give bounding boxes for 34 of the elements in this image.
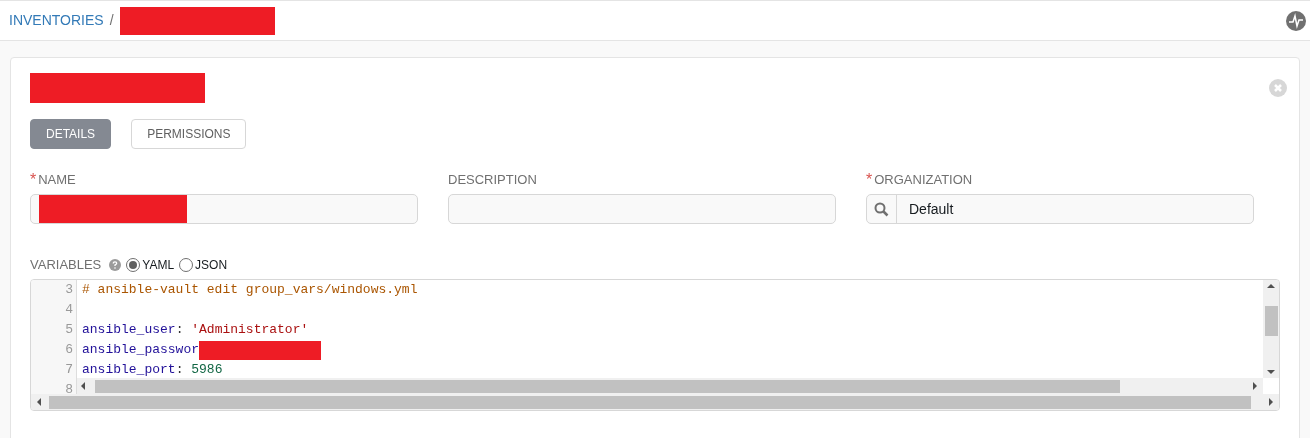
close-icon[interactable] — [1269, 79, 1287, 97]
field-label: VARIABLES — [30, 256, 102, 275]
breadcrumb-separator: / — [109, 11, 114, 30]
field-label: ORGANIZATION — [874, 171, 973, 190]
line-number: 7 — [64, 361, 74, 380]
scrollbar[interactable] — [77, 378, 1263, 394]
code-line: # ansible-vault edit group_vars/windows.yml — [82, 281, 418, 300]
line-number: 3 — [64, 281, 74, 300]
input-field[interactable] — [448, 194, 836, 224]
code-line: ansible_passwor — [82, 341, 200, 360]
radio-option[interactable]: JSON — [179, 256, 228, 274]
activity-icon[interactable] — [1286, 10, 1306, 31]
radio-option[interactable]: YAML — [126, 256, 175, 274]
field-label: NAME — [38, 171, 76, 190]
code-line: ansible_user: 'Administrator' — [82, 321, 309, 340]
scrollbar[interactable] — [31, 394, 1279, 410]
required-mark: * — [866, 172, 873, 188]
line-number: 5 — [64, 321, 74, 340]
line-number: 8 — [64, 381, 74, 394]
line-number: 6 — [64, 341, 74, 360]
input-field[interactable]: Default — [866, 194, 1254, 224]
required-mark: * — [30, 172, 37, 188]
tab[interactable]: PERMISSIONS — [131, 119, 247, 149]
search-icon[interactable] — [874, 201, 889, 217]
line-number: 4 — [64, 301, 74, 320]
field-value: Default — [909, 199, 954, 219]
scrollbar[interactable] — [1263, 280, 1279, 378]
tab[interactable]: DETAILS — [30, 119, 112, 149]
help-icon[interactable] — [109, 259, 122, 271]
field-label: DESCRIPTION — [448, 171, 537, 190]
breadcrumb-link[interactable]: INVENTORIES — [9, 10, 104, 31]
code-editor[interactable]: 3 4 5 6 7 8 # ansible-vault edit group_vars/windows.yml ansible_user: 'Administrator' ansible_passwor ansible_port: 5986 — [30, 279, 1280, 411]
input-field[interactable] — [30, 194, 418, 224]
code-line: ansible_port: 5986 — [82, 361, 223, 378]
